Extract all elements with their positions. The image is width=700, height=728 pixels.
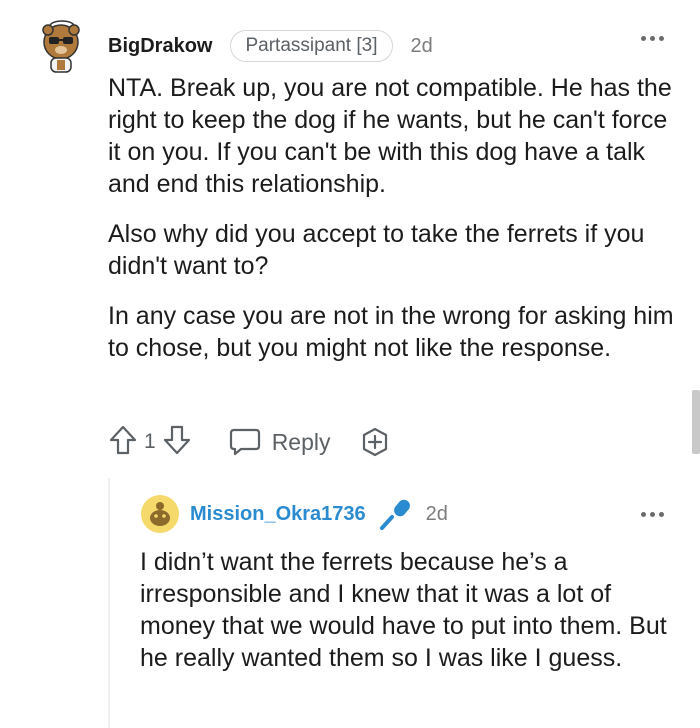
comment-actions: 1 Reply	[108, 424, 391, 460]
vote-count: 1	[144, 430, 156, 453]
comment-paragraph: In any case you are not in the wrong for…	[108, 302, 674, 362]
reply-label: Reply	[271, 428, 331, 455]
user-avatar[interactable]	[36, 18, 86, 76]
more-options-icon[interactable]	[641, 36, 664, 41]
reply-icon	[229, 428, 260, 456]
reply-header: Mission_Okra1736 2d	[190, 498, 448, 530]
reply-username[interactable]: Mission_Okra1736	[190, 503, 366, 526]
username[interactable]: BigDrakow	[108, 35, 212, 58]
comment-header: BigDrakow Partassipant [3] 2d	[108, 28, 433, 64]
user-flair: Partassipant [3]	[230, 30, 393, 62]
comment-paragraph: Also why did you accept to take the ferr…	[108, 220, 645, 280]
reply-body: I didn’t want the ferrets because he’s a…	[140, 548, 667, 672]
comment-paragraph: NTA. Break up, you are not compatible. H…	[108, 74, 672, 198]
downvote-icon[interactable]	[162, 424, 192, 461]
upvote-icon[interactable]	[108, 424, 138, 461]
scrollbar[interactable]	[692, 390, 700, 454]
reply-user-avatar[interactable]	[140, 494, 180, 534]
reply-timestamp: 2d	[425, 502, 448, 525]
timestamp: 2d	[410, 34, 433, 57]
microphone-icon	[378, 497, 412, 531]
thread-line[interactable]	[108, 478, 110, 728]
comment-body: NTA. Break up, you are not compatible. H…	[108, 72, 678, 382]
award-icon[interactable]	[359, 426, 391, 458]
reply-more-options-icon[interactable]	[641, 512, 664, 517]
reply-button[interactable]: Reply	[228, 427, 331, 457]
